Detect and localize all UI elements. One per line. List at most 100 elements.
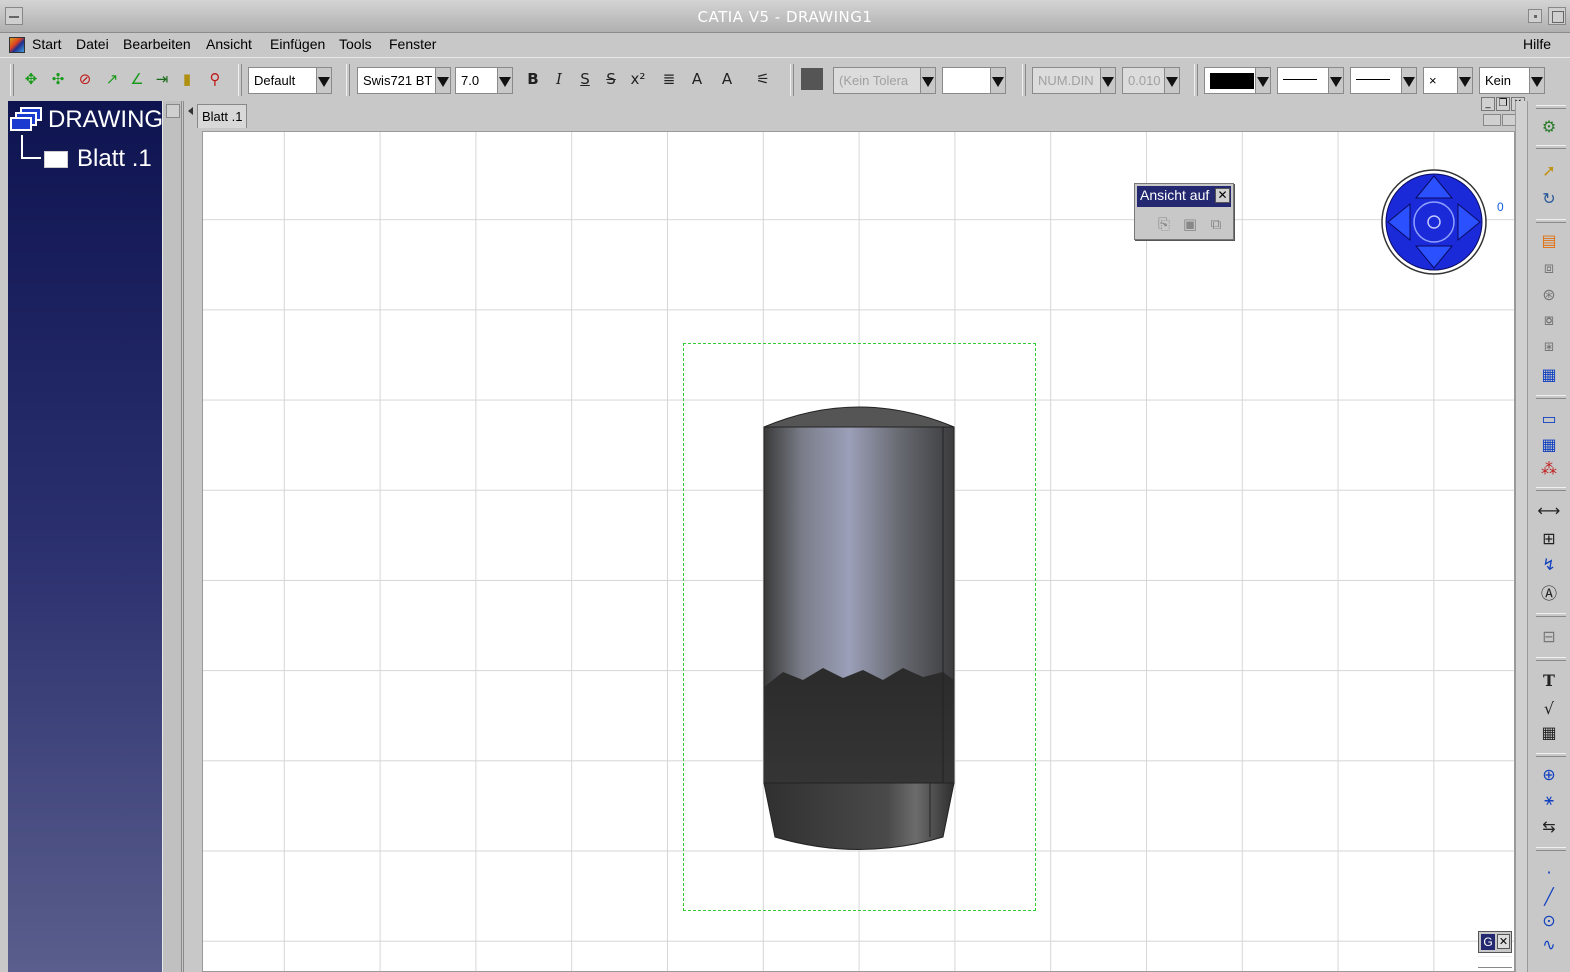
precision-combo-arrow[interactable] [1164,67,1180,94]
roughness-icon[interactable]: √ [1537,697,1561,719]
toolbar-grip[interactable] [1536,657,1566,661]
numbering-combo[interactable]: NUM.DIN [1032,67,1100,94]
strikethrough-icon[interactable]: S [600,68,622,90]
dimension-icon[interactable]: ⟷ [1537,499,1561,521]
analysis-icon[interactable]: ⚲ [204,68,226,90]
justify-icon[interactable]: ≣ [658,68,680,90]
float-toolbar-close-button[interactable]: ✕ [1215,188,1230,203]
bold-button[interactable]: B [522,68,544,90]
pattern-combo[interactable]: Kein [1479,67,1529,94]
isometric-view-icon[interactable]: ⧉ [1205,213,1227,235]
underline-icon[interactable]: S [574,68,596,90]
thread-icon[interactable]: ⚹ [1537,789,1561,811]
style-combo-arrow[interactable] [316,67,332,94]
menu-einfuegen[interactable]: Einfügen [270,36,325,52]
line-type-combo[interactable] [1350,67,1401,94]
catia-logo-icon[interactable] [9,37,25,53]
toolbar-grip[interactable] [1536,105,1566,109]
tree-node-drawing[interactable]: DRAWING1 [10,104,162,136]
tree-scrollbar[interactable] [162,101,182,972]
toolbar-grip[interactable] [1022,64,1026,96]
frame-text-icon[interactable]: A [716,68,738,90]
drawing-canvas[interactable] [202,131,1515,972]
tolerance-value-combo-arrow[interactable] [990,67,1006,94]
numbering-combo-arrow[interactable] [1100,67,1116,94]
line-type-combo-arrow[interactable] [1401,67,1417,94]
font-size-combo-arrow[interactable] [497,67,513,94]
datum-icon[interactable]: Ⓐ [1537,581,1561,603]
tree-sash[interactable] [183,101,195,972]
maximize-button[interactable] [1548,7,1566,25]
tolerance-combo-arrow[interactable] [920,67,936,94]
axis-icon[interactable]: ⇆ [1537,815,1561,837]
toolbar-grip[interactable] [1536,395,1566,399]
compass-icon[interactable] [1380,168,1488,276]
ruler-icon[interactable]: ▮ [176,68,198,90]
align-icon[interactable]: ⇥ [151,68,173,90]
front-view-icon[interactable]: ⎘ [1153,213,1175,235]
break-icon[interactable]: ⧆ [1537,335,1561,357]
move-icon[interactable]: ✥ [20,68,42,90]
pattern-combo-arrow[interactable] [1529,67,1545,94]
dimension-chain-icon[interactable]: ⊞ [1537,527,1561,549]
tolerance-value-combo[interactable] [942,67,990,94]
angle-icon[interactable]: ∠ [126,68,148,90]
menu-start[interactable]: Start [32,36,62,52]
wizard-icon[interactable]: ▦ [1537,363,1561,385]
italic-button[interactable]: I [548,68,570,90]
color-combo[interactable] [1204,67,1255,94]
canvas-right-scrollbar[interactable] [1515,101,1527,972]
spline-icon[interactable]: ∿ [1537,933,1561,955]
toolbar-grip[interactable] [238,64,242,96]
detail-icon[interactable]: ⊛ [1537,283,1561,305]
doc-restore-button[interactable]: ❐ [1496,97,1510,111]
prev-sheet-icon[interactable] [1483,114,1501,126]
toolbar-grip[interactable] [1194,64,1198,96]
text-icon[interactable]: T [1537,669,1561,691]
menu-tools[interactable]: Tools [339,36,372,52]
line-end-combo-arrow[interactable] [1457,67,1473,94]
minimize-button[interactable] [1528,9,1542,23]
line-icon[interactable]: ╱ [1537,885,1561,907]
font-size-combo[interactable]: 7.0 [455,67,497,94]
doc-minimize-button[interactable]: _ [1481,97,1495,111]
tab-sheet[interactable]: Blatt .1 [197,104,247,128]
rotate-view-icon[interactable]: ↻ [1537,187,1561,209]
menu-ansicht[interactable]: Ansicht [206,36,252,52]
grid-icon[interactable]: ▦ [1537,721,1561,743]
toolbar-grip[interactable] [1536,753,1566,757]
menu-hilfe[interactable]: Hilfe [1523,36,1551,52]
section-icon[interactable]: ⧈ [1537,257,1561,279]
projection-view-icon[interactable]: ▣ [1179,213,1201,235]
clip-icon[interactable]: ⧇ [1537,309,1561,331]
menu-fenster[interactable]: Fenster [389,36,436,52]
toolbar-grip[interactable] [1536,487,1566,491]
pattern-icon[interactable]: ⁂ [1537,457,1561,479]
tolerance-format-icon[interactable] [801,68,823,90]
tolerance-combo[interactable]: (Kein Tolera [833,67,920,94]
toolbar-grip[interactable] [1478,956,1512,968]
float-toolbar-title[interactable]: Ansicht auf ✕ [1137,186,1231,207]
part-view[interactable] [203,132,1515,972]
font-combo[interactable]: Swis721 BT [357,67,435,94]
superscript-icon[interactable]: x² [627,68,649,90]
line-weight-combo-arrow[interactable] [1328,67,1344,94]
font-combo-arrow[interactable] [435,67,451,94]
toolbar-grip[interactable] [10,64,14,96]
select-icon[interactable]: ➚ [1537,159,1561,181]
tolerance-icon[interactable]: ↯ [1537,553,1561,575]
update-icon[interactable]: ⚙ [1537,115,1561,137]
precision-combo[interactable]: 0.010 [1122,67,1164,94]
anchor-point-icon[interactable]: A [686,68,708,90]
toolbar-grip[interactable] [1536,219,1566,223]
frame-icon[interactable]: ▭ [1537,407,1561,429]
table-icon[interactable]: ▦ [1537,433,1561,455]
toolbar-grip[interactable] [1536,145,1566,149]
snap-icon[interactable]: ↗ [101,68,123,90]
view-icon[interactable]: ▤ [1537,229,1561,251]
g-toolbar-close-button[interactable]: ✕ [1497,934,1510,949]
scroll-up-icon[interactable] [166,104,180,118]
line-weight-combo[interactable] [1277,67,1328,94]
g-toolbar-title[interactable]: G [1481,934,1495,950]
toolbar-grip[interactable] [1536,613,1566,617]
